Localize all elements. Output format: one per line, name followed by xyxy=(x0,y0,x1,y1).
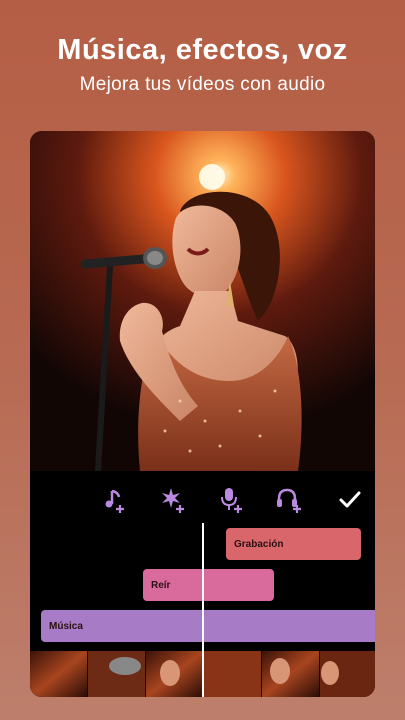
headline: Música, efectos, voz xyxy=(57,34,348,66)
track-reir[interactable]: Reír xyxy=(143,569,274,601)
music-note-plus-icon[interactable] xyxy=(100,485,130,515)
microphone-plus-icon[interactable] xyxy=(216,485,246,515)
subheadline: Mejora tus vídeos con audio xyxy=(79,74,326,95)
singer-photo xyxy=(30,131,375,471)
track-label: Reír xyxy=(151,579,171,591)
editor-toolbar xyxy=(30,485,375,515)
headphones-plus-icon[interactable] xyxy=(274,485,304,515)
app-preview-card: Grabación Reír Música xyxy=(30,131,375,697)
checkmark-icon[interactable] xyxy=(335,485,365,515)
track-label: Grabación xyxy=(234,538,284,550)
playhead[interactable] xyxy=(202,523,204,697)
track-label: Música xyxy=(49,620,83,632)
track-musica[interactable]: Música xyxy=(41,610,375,642)
audio-editor-panel: Grabación Reír Música xyxy=(30,471,375,697)
track-grabacion[interactable]: Grabación xyxy=(226,528,361,560)
sparkle-plus-icon[interactable] xyxy=(158,485,188,515)
